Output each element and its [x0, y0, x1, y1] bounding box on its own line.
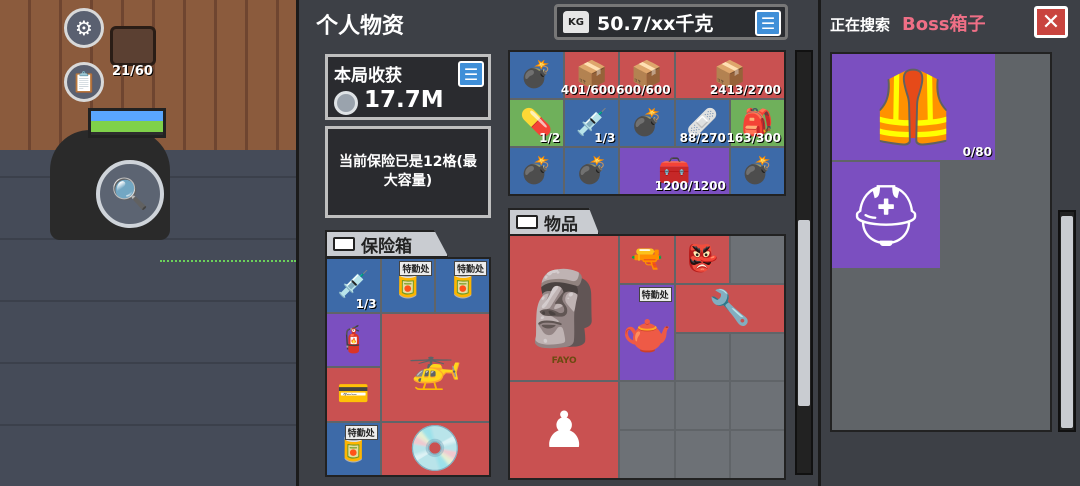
- safebox-label: 保险箱: [361, 236, 412, 257]
- search-target: Boss箱子: [902, 14, 986, 35]
- stock-icon[interactable]: 🔧: [675, 284, 784, 332]
- searching-label: 正在搜索: [830, 16, 891, 34]
- special-tag: 特勤处: [453, 261, 487, 276]
- items-grid: 🗿 FAYO 🔫 👺 🫖 特勤处 🔧 ♟: [508, 234, 786, 480]
- mask-icon[interactable]: 👺: [675, 236, 729, 283]
- empty-slot[interactable]: [730, 236, 784, 283]
- personal-scrollbar[interactable]: [795, 50, 813, 475]
- item-count: 2413/2700: [709, 83, 781, 97]
- health-bar-fill: [91, 121, 163, 132]
- clipboard-icon[interactable]: 📋: [64, 62, 104, 102]
- empty-slot[interactable]: [620, 431, 674, 478]
- chess-icon[interactable]: ♟: [510, 382, 619, 478]
- grenade-icon[interactable]: 💣: [620, 100, 674, 146]
- close-button[interactable]: ✕: [1034, 6, 1068, 38]
- helmet-icon[interactable]: ⛑: [832, 162, 940, 268]
- ammo-box-icon[interactable]: 📦 600/600: [616, 52, 674, 98]
- backpack-count: 21/60: [112, 64, 153, 79]
- empty-slot[interactable]: [730, 382, 784, 430]
- grip-icon[interactable]: 🔫: [620, 236, 674, 283]
- bandage-bag-icon[interactable]: 🎒 163/300: [727, 100, 784, 146]
- backpack-icon[interactable]: [110, 26, 156, 66]
- jar-icon[interactable]: 🥫 特勤处: [381, 259, 435, 312]
- empty-slot[interactable]: [730, 431, 784, 478]
- scrollbar-thumb[interactable]: [798, 220, 810, 406]
- jar-icon[interactable]: 🥫 特勤处: [327, 422, 380, 475]
- armor-bar-fill: [91, 111, 163, 121]
- item-count: 600/600: [616, 83, 671, 97]
- disc-icon[interactable]: 💿: [381, 422, 489, 475]
- tab-safebox[interactable]: 保险箱: [325, 230, 449, 258]
- special-tag: 特勤处: [399, 261, 433, 276]
- loot-scrollbar-thumb[interactable]: [1061, 216, 1073, 428]
- bust-inscription: FAYO: [551, 356, 577, 367]
- pills-icon[interactable]: 💊 1/2: [510, 100, 564, 146]
- body-armor-icon[interactable]: 🦺 0/80: [832, 54, 995, 160]
- item-count: 1/3: [355, 296, 377, 311]
- special-tag: 特勤处: [344, 424, 378, 440]
- harvest-label: 本局收获: [334, 66, 402, 86]
- item-count: 401/600: [560, 83, 616, 97]
- laser-sight: [160, 260, 296, 262]
- game-scene: ⚙ 📋 21/60 🔍: [0, 0, 296, 486]
- grenade-icon[interactable]: 💣: [565, 148, 619, 194]
- jar-icon[interactable]: 🥫 特勤处: [436, 259, 489, 312]
- empty-slot[interactable]: [675, 382, 729, 430]
- item-count: 1/2: [539, 131, 561, 145]
- empty-slot[interactable]: [675, 333, 729, 381]
- golden-bust-icon[interactable]: 🗿 FAYO: [510, 236, 619, 381]
- drone-icon[interactable]: 🚁: [381, 313, 489, 421]
- ammo-box-icon[interactable]: 📦 401/600: [561, 52, 619, 98]
- item-count: 1200/1200: [654, 179, 726, 193]
- personal-title: 个人物资: [316, 14, 405, 39]
- item-count: 88/270: [679, 131, 726, 145]
- sort-list-button[interactable]: ☰: [755, 10, 781, 36]
- teapot-icon[interactable]: 🫖 特勤处: [620, 284, 674, 381]
- harvest-amount: 17.7M: [364, 87, 444, 113]
- panel-divider: [818, 0, 821, 486]
- health-bar: [88, 108, 166, 138]
- items-icon: [516, 215, 538, 229]
- syringe-icon[interactable]: 💉 1/3: [327, 259, 380, 312]
- item-count: 1/3: [594, 131, 616, 145]
- grenade-icon[interactable]: 💣: [510, 52, 564, 98]
- safebox-grid: 💉 1/3 🥫 特勤处 🥫 特勤处 🧯 🚁 💳 🥫 特勤处 💿: [325, 257, 491, 477]
- coin-icon: [334, 91, 358, 115]
- weight-icon: KG: [563, 11, 589, 33]
- gas-can-icon[interactable]: 🧯: [327, 313, 380, 366]
- grenade-icon[interactable]: 💣: [510, 148, 564, 194]
- grenade-icon[interactable]: 💣: [730, 148, 784, 194]
- teapot-tag: 特勤处: [638, 286, 672, 302]
- insurance-info: 当前保险已是12格(最大容量): [325, 126, 491, 218]
- ammo-box-icon[interactable]: 📦 2413/2700: [675, 52, 784, 98]
- magnifier-icon[interactable]: 🔍: [96, 160, 164, 228]
- weight-value: 50.7/xx千克: [597, 12, 714, 35]
- loot-scrollbar[interactable]: [1058, 210, 1076, 432]
- medkit-icon[interactable]: 🩹 88/270: [675, 100, 729, 146]
- empty-slot[interactable]: [675, 431, 729, 478]
- gear-icon[interactable]: ⚙: [64, 8, 104, 48]
- tab-items[interactable]: 物品: [508, 208, 600, 236]
- empty-slot[interactable]: [620, 382, 674, 430]
- item-count: 163/300: [726, 131, 781, 145]
- safebox-icon: [333, 237, 355, 251]
- items-label: 物品: [544, 214, 578, 235]
- armor-durability: 0/80: [962, 145, 992, 159]
- syringe-icon[interactable]: 💉 1/3: [565, 100, 619, 146]
- harvest-list-button[interactable]: ☰: [458, 61, 484, 87]
- card-icon[interactable]: 💳: [327, 368, 380, 421]
- ammo-case-icon[interactable]: 🧰 1200/1200: [620, 148, 729, 194]
- empty-slot[interactable]: [730, 333, 784, 381]
- backpack-grid: 💣 📦 401/600 📦 600/600 📦 2413/2700 💊 1/2 💉 1/3 💣 🩹 88/…: [508, 50, 786, 196]
- weight-display: KG 50.7/xx千克 ☰: [554, 4, 788, 40]
- loot-grid: 🦺 0/80 ⛑: [830, 52, 1052, 432]
- harvest-box: 本局收获 17.7M ☰: [325, 54, 491, 120]
